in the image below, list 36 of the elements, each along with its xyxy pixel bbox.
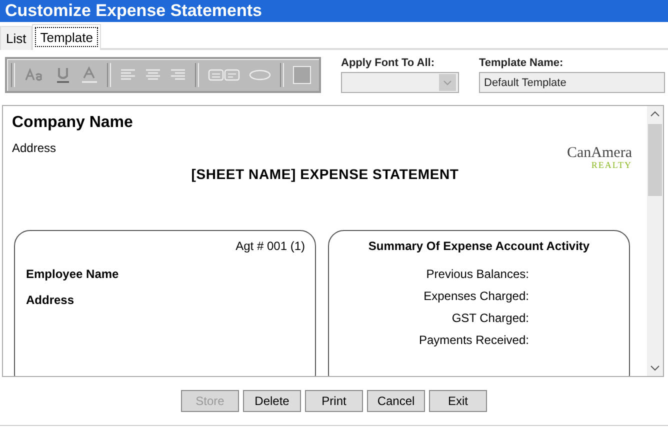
font-color-icon[interactable] — [80, 66, 98, 84]
summary-label: GST Charged: — [450, 311, 529, 325]
window-title: Customize Expense Statements — [5, 1, 262, 20]
company-name: Company Name — [12, 114, 133, 132]
align-center-icon[interactable] — [145, 68, 161, 82]
template-name-field[interactable]: Default Template — [479, 72, 665, 93]
scrollbar-thumb[interactable] — [648, 124, 662, 196]
summary-title: Summary Of Expense Account Activity — [367, 239, 591, 253]
underline-icon[interactable] — [55, 66, 71, 84]
action-button[interactable]: Exit — [429, 390, 487, 412]
field-box-icon[interactable] — [208, 69, 240, 81]
align-right-icon[interactable] — [170, 68, 186, 82]
field-label: Template Name: — [479, 57, 564, 69]
action-button[interactable]: Delete — [243, 390, 301, 412]
action-button[interactable]: Cancel — [367, 390, 425, 412]
caret-icon — [439, 74, 456, 91]
statement-heading: [SHEET NAME] EXPENSE STATEMENT — [190, 166, 460, 182]
employee-name: Employee Name — [25, 267, 120, 281]
tab[interactable]: Template — [32, 24, 101, 50]
tab[interactable]: List — [0, 26, 32, 50]
action-button[interactable]: Print — [305, 390, 363, 412]
company-address: Address — [12, 141, 58, 155]
employee-address: Address — [25, 293, 76, 307]
agent-number: Agt # 001 (1) — [236, 239, 305, 253]
logo-tagline: REALTY — [591, 160, 632, 170]
align-left-icon[interactable] — [120, 68, 136, 82]
fill-color-icon[interactable] — [293, 66, 311, 84]
scroll-down-icon[interactable] — [650, 364, 660, 372]
field-label: Apply Font To All: — [341, 57, 436, 69]
summary-label: Expenses Charged: — [422, 289, 529, 303]
summary-label: Previous Balances: — [425, 267, 529, 281]
scrollbar[interactable] — [647, 106, 663, 376]
summary-label: Payments Received: — [418, 333, 529, 347]
scroll-up-icon[interactable] — [650, 110, 660, 118]
oval-icon[interactable] — [249, 69, 271, 81]
logo-name: CanAmera — [567, 146, 632, 160]
